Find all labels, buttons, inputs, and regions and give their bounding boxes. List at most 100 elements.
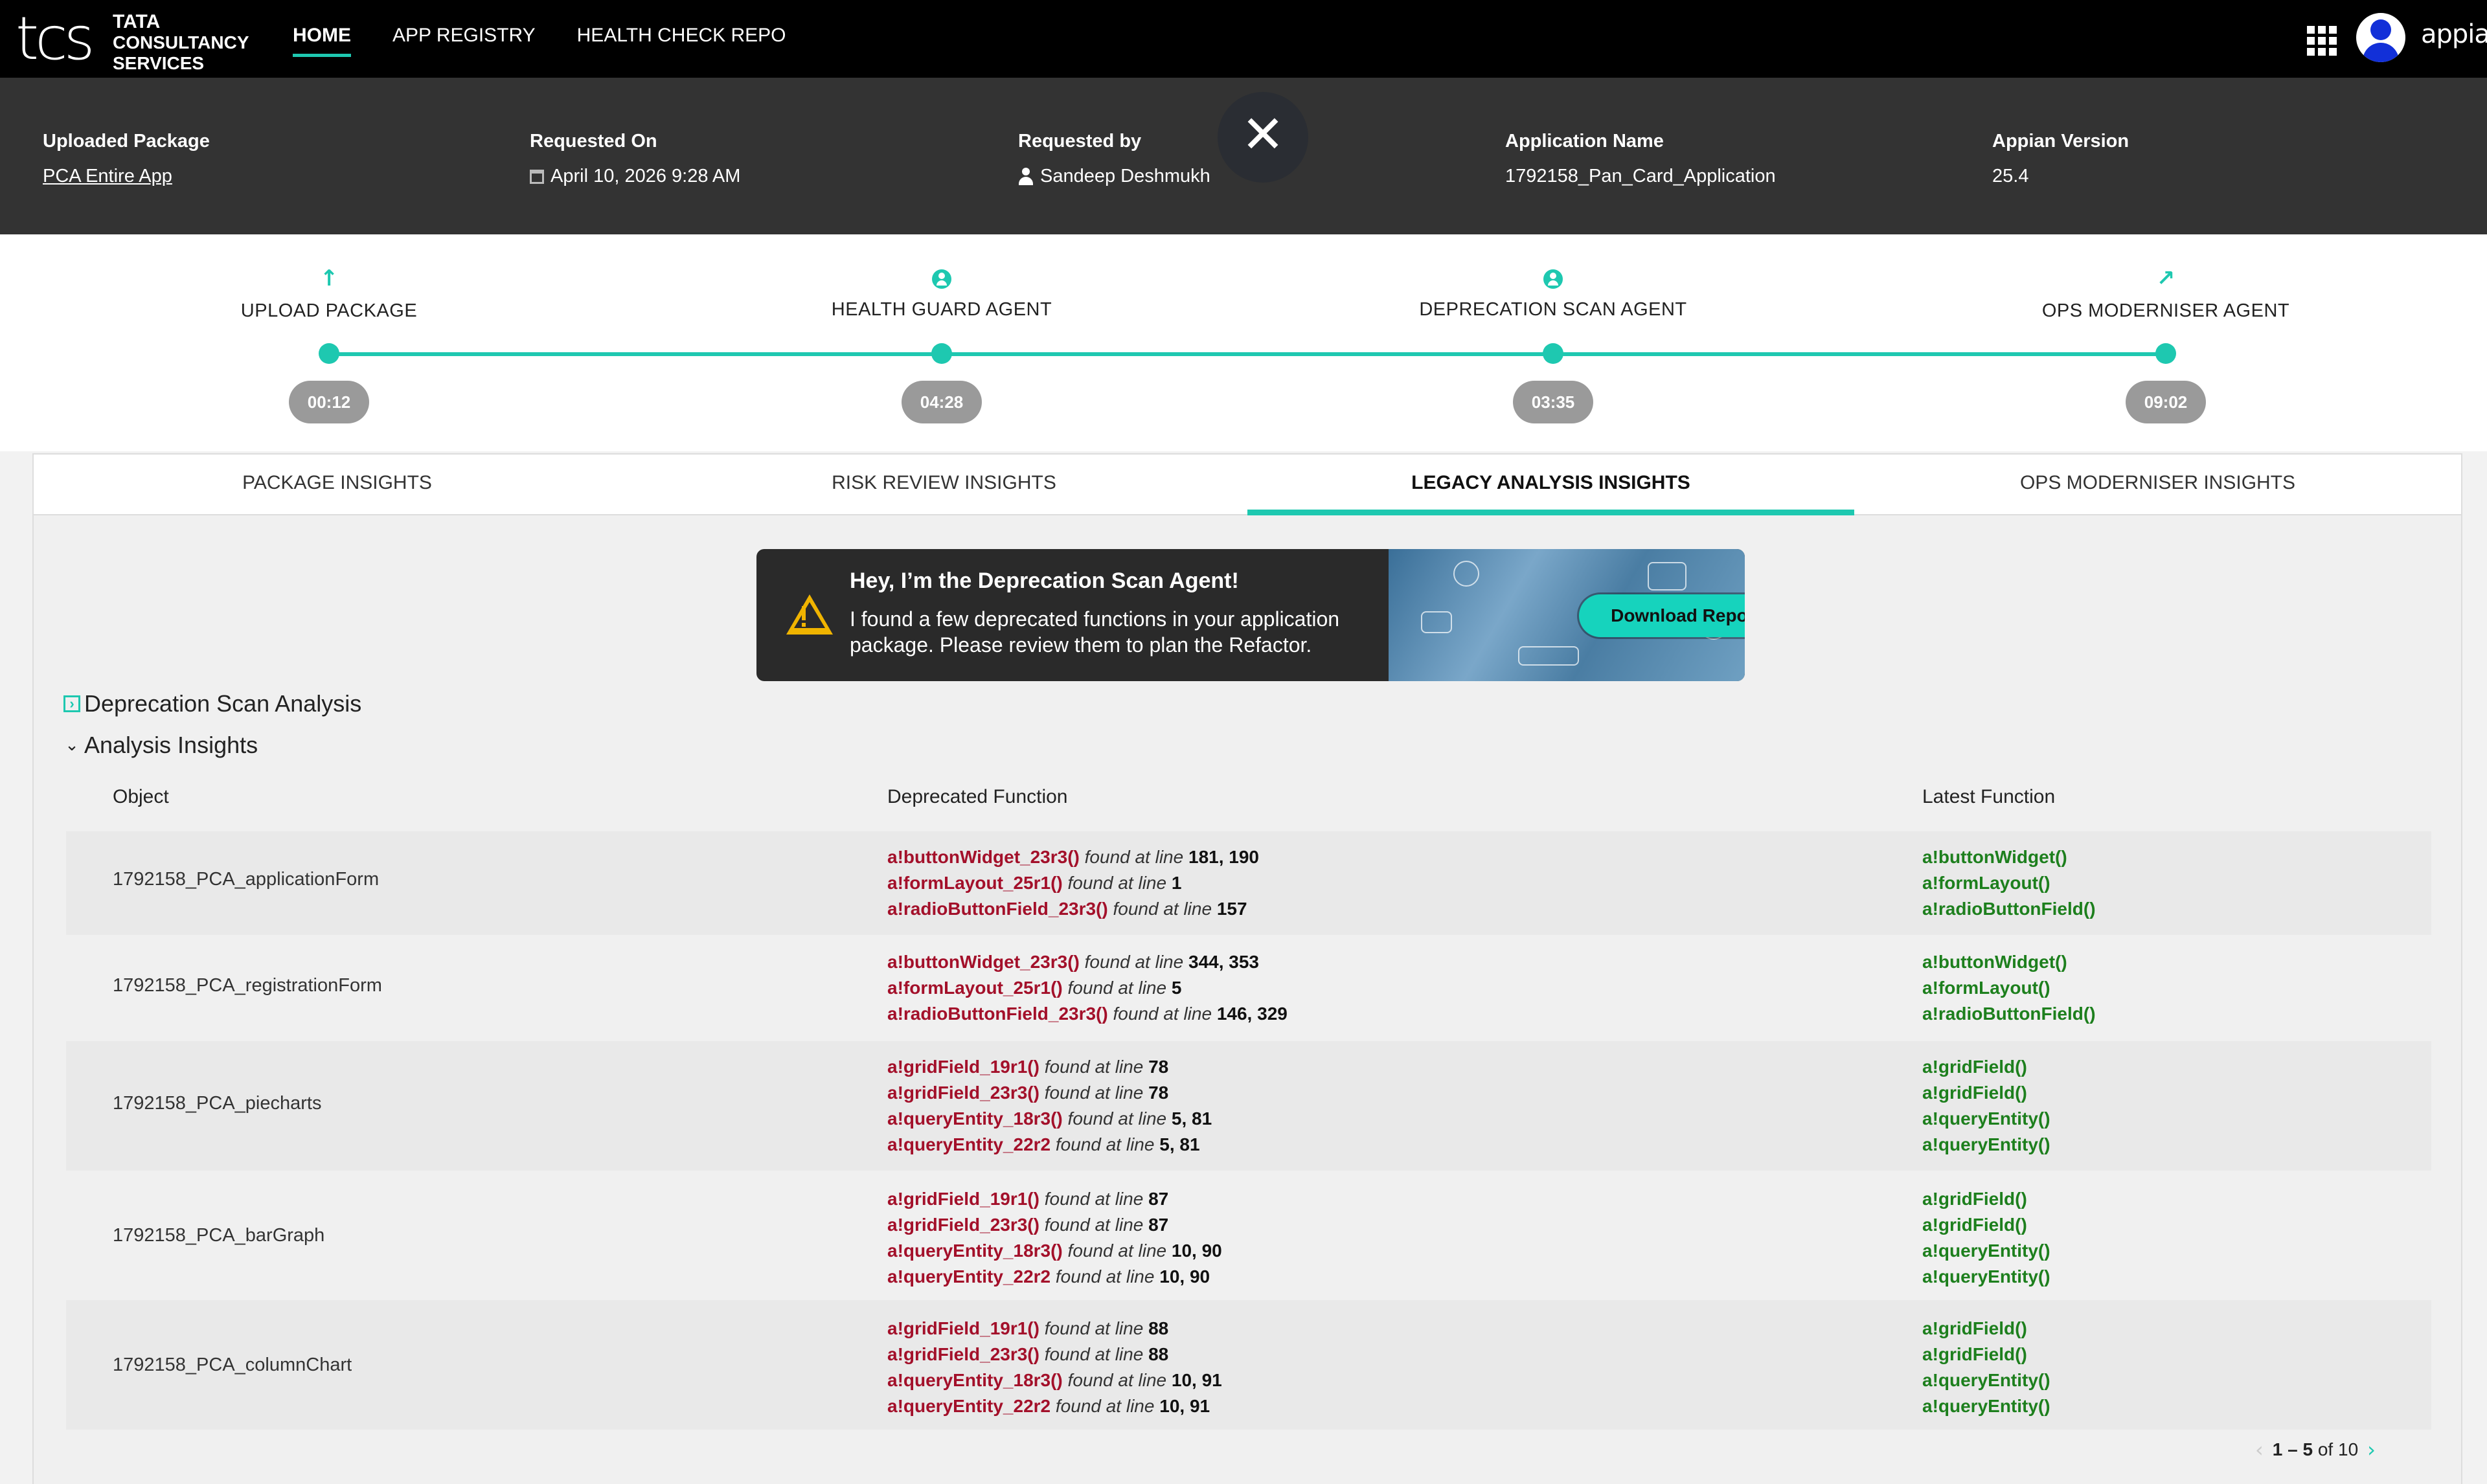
appian-version-value: 25.4 bbox=[1992, 166, 2029, 186]
pagination: ‹ 1 – 5 of 10 › bbox=[2255, 1437, 2376, 1462]
tab-ops-moderniser-insights[interactable]: OPS MODERNISER INSIGHTS bbox=[1854, 455, 2461, 514]
requested-by: Requested by Sandeep Deshmukh bbox=[1018, 131, 1210, 187]
deprecated-fn: a!queryEntity_18r3() bbox=[887, 1370, 1063, 1390]
tab-package-insights[interactable]: PACKAGE INSIGHTS bbox=[34, 455, 641, 514]
latest-fn: a!gridField() bbox=[1922, 1083, 2027, 1103]
latest-fn: a!queryEntity() bbox=[1922, 1396, 2050, 1416]
latest-fn: a!gridField() bbox=[1922, 1318, 2027, 1338]
page-total: 10 bbox=[2338, 1439, 2359, 1459]
appian-brand: appian bbox=[2421, 19, 2487, 49]
latest-list: a!buttonWidget() a!formLayout() a!radioB… bbox=[1922, 949, 2096, 1027]
agent-banner: Hey, I’m the Deprecation Scan Agent! I f… bbox=[756, 549, 1745, 681]
table-header: Object Deprecated Function Latest Functi… bbox=[66, 778, 2431, 817]
requested-by-label: Requested by bbox=[1018, 131, 1142, 152]
latest-list: a!gridField() a!gridField() a!queryEntit… bbox=[1922, 1316, 2050, 1419]
latest-fn: a!gridField() bbox=[1922, 1344, 2027, 1364]
app-grid-icon[interactable] bbox=[2307, 26, 2337, 56]
nav-health-check-repo[interactable]: HEALTH CHECK REPO bbox=[577, 0, 786, 78]
agent-stepper: ↑ UPLOAD PACKAGE 00:12 HEALTH GUARD AGEN… bbox=[0, 234, 2487, 451]
logo-text: TATA CONSULTANCY SERVICES bbox=[113, 12, 249, 74]
user-icon bbox=[1018, 167, 1034, 186]
deprecated-fn: a!queryEntity_22r2 bbox=[887, 1266, 1051, 1287]
object-name: 1792158_PCA_piecharts bbox=[113, 1093, 322, 1114]
download-report-button[interactable]: Download Report bbox=[1579, 594, 1745, 637]
previous-page-icon[interactable]: ‹ bbox=[2255, 1437, 2264, 1462]
calendar-icon bbox=[530, 169, 544, 184]
uploaded-package-link[interactable]: PCA Entire App bbox=[43, 166, 210, 187]
upload-arrow-icon: ↑ bbox=[319, 265, 339, 291]
step-dot bbox=[2155, 343, 2176, 364]
deprecated-list: a!buttonWidget_23r3() found at line 344,… bbox=[887, 952, 1288, 1024]
object-name: 1792158_PCA_barGraph bbox=[113, 1225, 325, 1246]
step-label: UPLOAD PACKAGE bbox=[240, 300, 418, 321]
latest-list: a!buttonWidget() a!formLayout() a!radioB… bbox=[1922, 844, 2096, 922]
step-label: OPS MODERNISER AGENT bbox=[2041, 300, 2290, 321]
deprecation-scan-section[interactable]: › Deprecation Scan Analysis bbox=[63, 690, 361, 717]
step-dot bbox=[319, 343, 339, 364]
warning-icon bbox=[786, 594, 833, 635]
next-page-icon[interactable]: › bbox=[2367, 1437, 2376, 1462]
header-deprecated-function: Deprecated Function bbox=[887, 786, 1068, 807]
page-range: 1 – 5 bbox=[2272, 1439, 2313, 1459]
deprecated-fn: a!gridField_23r3() bbox=[887, 1344, 1039, 1364]
deprecated-fn: a!buttonWidget_23r3() bbox=[887, 847, 1080, 867]
expand-toggle-icon[interactable]: › bbox=[63, 695, 80, 712]
latest-fn: a!buttonWidget() bbox=[1922, 847, 2067, 867]
stepper-track bbox=[334, 352, 2162, 356]
appian-version-label: Appian Version bbox=[1992, 131, 2129, 152]
deprecated-fn: a!formLayout_25r1() bbox=[887, 873, 1063, 893]
requested-on-label: Requested On bbox=[530, 131, 657, 152]
top-nav-bar: tcs TATA CONSULTANCY SERVICES HOME APP R… bbox=[0, 0, 2487, 78]
deprecated-fn: a!queryEntity_22r2 bbox=[887, 1396, 1051, 1416]
chevron-down-icon[interactable]: ⌄ bbox=[63, 736, 80, 755]
deprecated-fn: a!gridField_23r3() bbox=[887, 1083, 1039, 1103]
latest-fn: a!buttonWidget() bbox=[1922, 952, 2067, 972]
table-row: 1792158_PCA_piecharts a!gridField_19r1()… bbox=[66, 1041, 2431, 1171]
logo-line-3: SERVICES bbox=[113, 53, 205, 73]
step-time: 00:12 bbox=[289, 381, 369, 423]
tab-risk-review-insights[interactable]: RISK REVIEW INSIGHTS bbox=[641, 455, 1247, 514]
deprecated-fn: a!gridField_19r1() bbox=[887, 1189, 1039, 1209]
close-icon[interactable]: ✕ bbox=[1218, 92, 1308, 183]
deprecated-fn: a!radioButtonField_23r3() bbox=[887, 1004, 1108, 1024]
application-name: Application Name 1792158_Pan_Card_Applic… bbox=[1505, 131, 1776, 187]
deprecated-fn: a!gridField_23r3() bbox=[887, 1215, 1039, 1235]
insight-tabs: PACKAGE INSIGHTS RISK REVIEW INSIGHTS LE… bbox=[32, 453, 2462, 515]
latest-fn: a!queryEntity() bbox=[1922, 1370, 2050, 1390]
object-name: 1792158_PCA_registrationForm bbox=[113, 975, 382, 996]
nav-app-registry[interactable]: APP REGISTRY bbox=[392, 0, 536, 78]
step-time: 09:02 bbox=[2126, 381, 2206, 423]
section-title: Analysis Insights bbox=[84, 732, 258, 758]
tcs-logo[interactable]: tcs TATA CONSULTANCY SERVICES bbox=[16, 4, 249, 74]
tab-legacy-analysis-insights[interactable]: LEGACY ANALYSIS INSIGHTS bbox=[1247, 455, 1854, 515]
nav-home[interactable]: HOME bbox=[293, 0, 351, 78]
latest-fn: a!queryEntity() bbox=[1922, 1134, 2050, 1154]
object-name: 1792158_PCA_applicationForm bbox=[113, 869, 380, 890]
appian-version: Appian Version 25.4 bbox=[1992, 131, 2129, 187]
step-ops-moderniser-agent: ↗ OPS MODERNISER AGENT 09:02 bbox=[2004, 234, 2328, 423]
deprecated-fn: a!queryEntity_18r3() bbox=[887, 1108, 1063, 1129]
table-row: 1792158_PCA_applicationForm a!buttonWidg… bbox=[66, 831, 2431, 935]
table-row: 1792158_PCA_barGraph a!gridField_19r1() … bbox=[66, 1171, 2431, 1300]
deprecated-list: a!gridField_19r1() found at line 78 a!gr… bbox=[887, 1057, 1212, 1154]
step-upload-package: ↑ UPLOAD PACKAGE 00:12 bbox=[167, 234, 491, 423]
step-time: 04:28 bbox=[902, 381, 982, 423]
analysis-insights-section[interactable]: ⌄ Analysis Insights bbox=[63, 732, 258, 759]
requested-on: Requested On April 10, 2026 9:28 AM bbox=[530, 131, 740, 187]
deprecated-list: a!gridField_19r1() found at line 88 a!gr… bbox=[887, 1318, 1222, 1416]
page-of-label: of bbox=[2317, 1439, 2334, 1459]
deprecated-fn: a!gridField_19r1() bbox=[887, 1057, 1039, 1077]
header-latest-function: Latest Function bbox=[1922, 786, 2056, 807]
banner-text: I found a few deprecated functions in yo… bbox=[850, 607, 1340, 657]
latest-list: a!gridField() a!gridField() a!queryEntit… bbox=[1922, 1186, 2050, 1290]
requested-by-value: Sandeep Deshmukh bbox=[1040, 166, 1210, 186]
user-avatar[interactable] bbox=[2356, 13, 2405, 62]
step-dot bbox=[931, 343, 952, 364]
latest-fn: a!radioButtonField() bbox=[1922, 1004, 2096, 1024]
logo-line-2: CONSULTANCY bbox=[113, 32, 249, 52]
requested-on-value: April 10, 2026 9:28 AM bbox=[551, 166, 741, 186]
logo-mark: tcs bbox=[16, 4, 95, 73]
tab-content: Hey, I’m the Deprecation Scan Agent! I f… bbox=[32, 515, 2462, 1484]
section-title: Deprecation Scan Analysis bbox=[84, 690, 362, 717]
deprecated-list: a!gridField_19r1() found at line 87 a!gr… bbox=[887, 1189, 1222, 1287]
